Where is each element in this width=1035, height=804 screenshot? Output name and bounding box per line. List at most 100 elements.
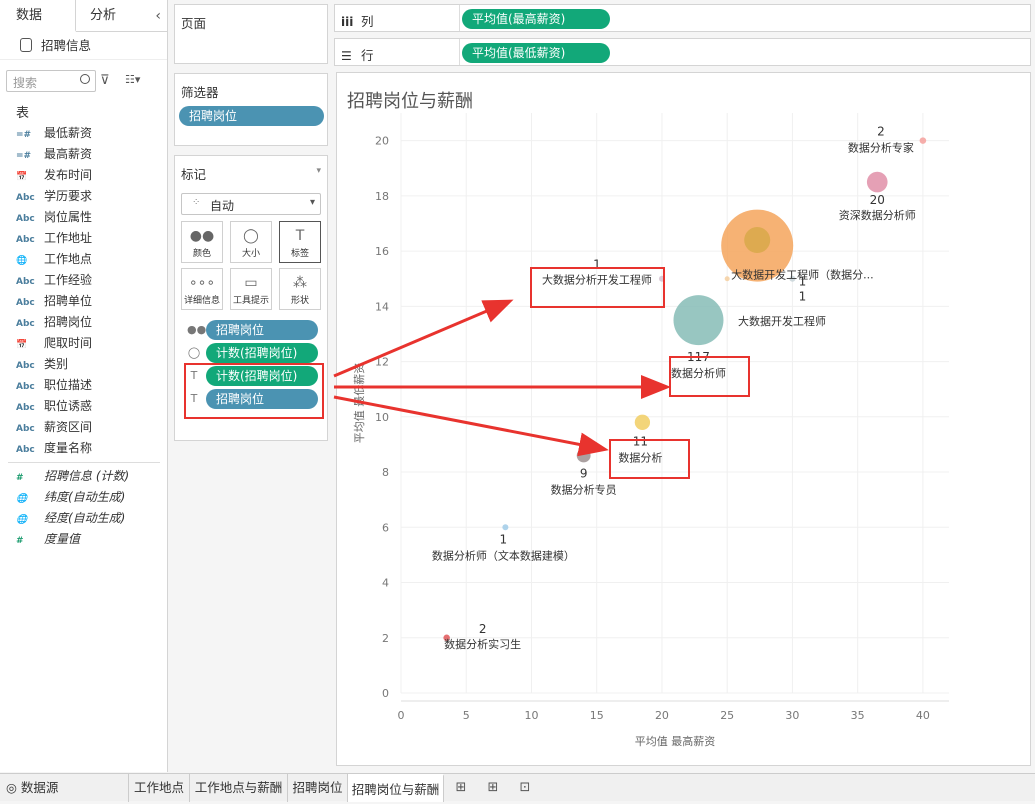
data-point [576,448,591,463]
tab-sheet-job-salary[interactable]: 招聘岗位与薪酬 [348,774,444,802]
field-item[interactable]: 🌐 经度(自动生成) [0,508,168,529]
y-tick-label: 0 [382,687,389,700]
field-type-icon: Abc [16,319,35,329]
shape-button[interactable]: ⁂ 形状 [279,268,321,310]
field-type-icon: 📅 [16,340,28,350]
filter-pill-job[interactable]: 招聘岗位 [179,106,324,126]
field-item[interactable]: =# 最高薪资 [0,144,168,165]
columns-shelf[interactable]: iii 列 平均值(最高薪资) [334,4,1031,32]
new-sheet-icon[interactable]: ⊞ [452,780,470,796]
filters-title: 筛选器 [181,85,219,100]
mark-button-label: 工具提示 [232,296,269,306]
field-type-icon: =# [16,151,32,161]
data-point-count-label: 11 [633,434,648,448]
shape-icon: ⁂ [293,275,307,291]
label-encoding-icon: T [190,369,198,382]
columns-pill[interactable]: 平均值(最高薪资) [462,9,610,29]
field-item[interactable]: Abc 度量名称 [0,438,168,459]
mark-type-icon: ⁘ [192,197,201,208]
field-label: 工作地点 [44,252,93,266]
tab-sheet-location[interactable]: 工作地点 [129,774,190,802]
scatter-chart[interactable]: 招聘岗位与薪酬024681012141618200 5 10 15 20 25 30 35 40… [337,73,1032,767]
rows-icon: ☰ [341,49,352,63]
shelf-divider [459,39,460,65]
field-item[interactable]: Abc 职位诱惑 [0,396,168,417]
data-point-name-label: 资深数据分析师 [839,208,916,222]
field-item[interactable]: Abc 岗位属性 [0,207,168,228]
datasource-item[interactable]: 招聘信息 [0,32,167,60]
marks-pill[interactable]: 计数(招聘岗位) [206,366,318,386]
data-point-count-label: 2 [877,125,885,139]
search-icon[interactable] [80,74,90,84]
y-tick-label: 2 [382,632,389,645]
y-tick-label: 6 [382,521,389,534]
field-item[interactable]: # 度量值 [0,529,168,550]
field-item[interactable]: Abc 职位描述 [0,375,168,396]
field-item[interactable]: # 招聘信息 (计数) [0,466,168,487]
new-dashboard-icon[interactable]: ⊞ [484,780,502,796]
field-label: 学历要求 [44,189,93,203]
field-label: 度量值 [44,532,81,546]
rows-shelf[interactable]: ☰ 行 平均值(最低薪资) [334,38,1031,66]
label-button[interactable]: T 标签 [279,221,321,263]
field-item[interactable]: Abc 工作地址 [0,228,168,249]
marks-menu-icon[interactable]: ▾ [316,166,321,176]
field-item[interactable]: Abc 招聘岗位 [0,312,168,333]
data-point-count-label: 117 [687,350,710,364]
view-options-icon[interactable]: ☷▾ [125,73,140,86]
filter-icon[interactable]: ⊽ [100,73,110,88]
marks-pill[interactable]: 计数(招聘岗位) [206,343,318,363]
marks-pill[interactable]: 招聘岗位 [206,320,318,340]
field-item[interactable]: 🌐 纬度(自动生成) [0,487,168,508]
mark-button-label: 标签 [290,249,309,259]
new-story-icon[interactable]: ⊡ [516,780,534,796]
mark-type-select[interactable]: ⁘ 自动 ▾ [181,193,321,215]
field-item[interactable]: Abc 学历要求 [0,186,168,207]
field-label: 发布时间 [44,168,93,182]
rows-shelf-label: ☰ 行 [341,48,374,63]
field-item[interactable]: Abc 类别 [0,354,168,375]
field-item[interactable]: 🌐 工作地点 [0,249,168,270]
y-tick-label: 10 [375,411,389,424]
field-item[interactable]: Abc 薪资区间 [0,417,168,438]
field-type-icon: Abc [16,361,35,371]
field-type-icon: 📅 [16,172,28,182]
field-item[interactable]: 📅 发布时间 [0,165,168,186]
y-tick-label: 18 [375,190,389,203]
pages-card[interactable]: 页面 [174,4,328,64]
field-type-icon: Abc [16,235,35,245]
color-icon: ●● [189,228,215,244]
tooltip-button[interactable]: ▭ 工具提示 [230,268,272,310]
field-label: 爬取时间 [44,336,93,350]
field-item[interactable]: 📅 爬取时间 [0,333,168,354]
field-label: 招聘岗位 [44,315,93,329]
mark-type-value: 自动 [210,199,235,213]
filters-card[interactable]: 筛选器 招聘岗位 [174,73,328,146]
columns-icon: iii [341,15,354,29]
mark-button-label: 大小 [241,249,260,259]
rows-pill[interactable]: 平均值(最低薪资) [462,43,610,63]
field-item[interactable]: Abc 工作经验 [0,270,168,291]
pages-title: 页面 [181,16,207,31]
tab-sheet-job[interactable]: 招聘岗位 [288,774,348,802]
size-button[interactable]: ◯ 大小 [230,221,272,263]
y-tick-label: 4 [382,577,389,590]
chart-title: 招聘岗位与薪酬 [347,91,473,112]
data-point [866,171,888,193]
field-item[interactable]: =# 最低薪资 [0,123,168,144]
tab-datasource[interactable]: ◎ 数据源 [0,774,129,802]
field-item[interactable]: Abc 招聘单位 [0,291,168,312]
detail-button[interactable]: ∘∘∘ 详细信息 [181,268,223,310]
marks-pill[interactable]: 招聘岗位 [206,389,318,409]
collapse-pane-icon[interactable]: ‹ [155,8,161,24]
tab-analysis[interactable]: 分析 [90,0,116,32]
tab-sheet-location-salary[interactable]: 工作地点与薪酬 [190,774,288,802]
chart-area[interactable]: 招聘岗位与薪酬 0 2 4 6 8 10 12 14 16 18 20 0 5 10 15 20 25 30 35 40… [336,72,1031,766]
data-point [744,227,771,254]
color-button[interactable]: ●● 颜色 [181,221,223,263]
x-axis-label: 平均值 最高薪资 [635,734,716,748]
x-tick-label: 10 [524,709,538,722]
tab-data[interactable]: 数据 [0,0,76,32]
marks-card: 标记 ▾ ⁘ 自动 ▾ ●● 颜色 ◯ 大小 T 标签 ∘∘∘ 详细信息 ▭ 工具提示 ⁂ 形状 ●●… [174,155,328,441]
columns-shelf-label: iii 列 [341,14,374,29]
